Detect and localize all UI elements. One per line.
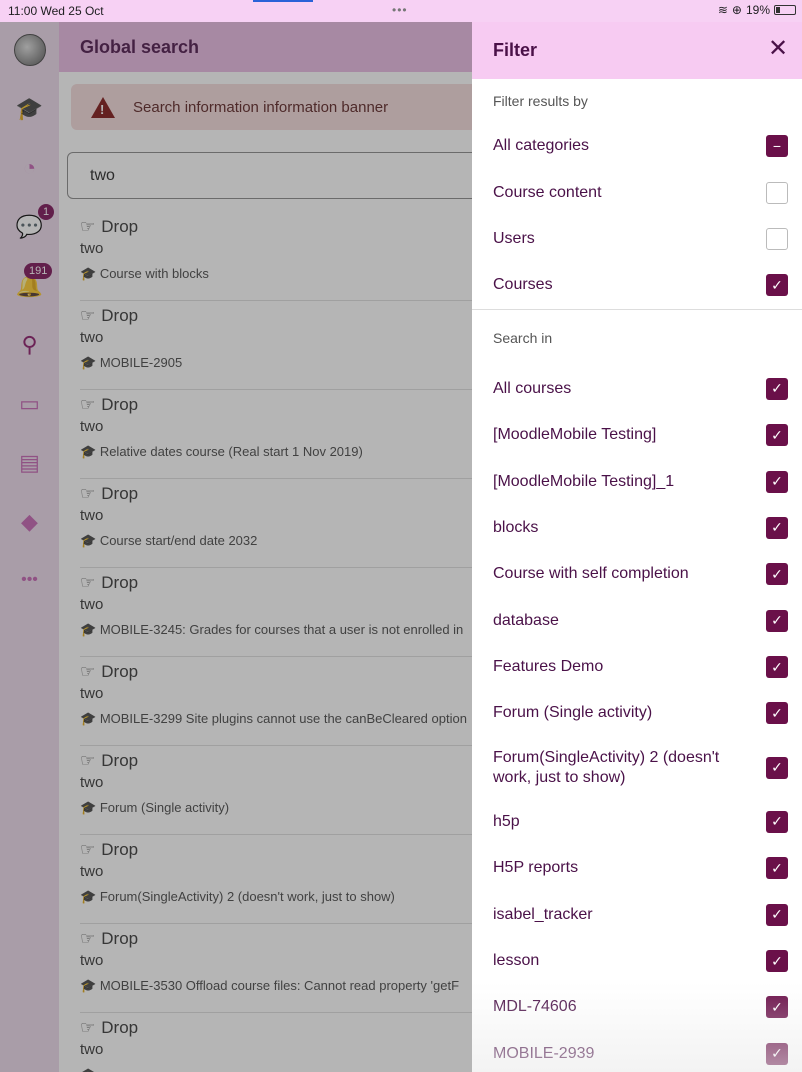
search-in-list: All courses ✓ [MoodleMobile Testing] ✓ [Mood… <box>472 366 802 1072</box>
filter-option[interactable]: [MoodleMobile Testing]_1 ✓ <box>472 458 802 504</box>
filter-option[interactable]: Courses ✓ <box>472 262 802 308</box>
checkbox[interactable]: − <box>766 135 788 158</box>
filter-option[interactable]: All categories − <box>472 123 802 169</box>
filter-option-label: h5p <box>493 812 520 830</box>
filter-option[interactable]: MDL-74606 ✓ <box>472 984 802 1030</box>
filter-option[interactable]: Forum (Single activity) ✓ <box>472 690 802 736</box>
wifi-icon: ≋ <box>717 3 728 17</box>
checkbox[interactable]: ✓ <box>766 702 788 725</box>
filter-option[interactable]: lesson ✓ <box>472 938 802 984</box>
filter-option-label: Course content <box>493 183 602 201</box>
status-bar: 11:00 Wed 25 Oct ••• ≋ ⊕ 19% <box>0 0 802 22</box>
filter-header: Filter ✕ <box>472 22 802 79</box>
multitask-dots[interactable]: ••• <box>392 3 408 17</box>
checkbox[interactable]: ✓ <box>766 756 788 779</box>
checkbox[interactable]: ✓ <box>766 516 788 539</box>
filter-option[interactable]: database ✓ <box>472 598 802 644</box>
checkbox[interactable]: ✓ <box>766 424 788 447</box>
filter-panel: Filter ✕ Filter results by All categorie… <box>472 22 802 1072</box>
orientation-lock-icon: ⊕ <box>731 3 742 17</box>
checkbox[interactable]: ✓ <box>766 810 788 833</box>
filter-option-label: MOBILE-2939 <box>493 1044 595 1062</box>
filter-option[interactable]: blocks ✓ <box>472 505 802 551</box>
filter-option[interactable]: Course with self completion ✓ <box>472 551 802 597</box>
filter-option[interactable]: Forum(SingleActivity) 2 (doesn't work, j… <box>472 737 802 799</box>
filter-option-label: All categories <box>493 137 590 155</box>
filter-option-label: database <box>493 611 559 629</box>
filter-option[interactable]: H5P reports ✓ <box>472 845 802 891</box>
checkbox[interactable]: ✓ <box>766 903 788 926</box>
filter-option[interactable]: Features Demo ✓ <box>472 644 802 690</box>
filter-option-label: Courses <box>493 276 553 294</box>
filter-title: Filter <box>493 40 538 60</box>
checkbox[interactable]: ✓ <box>766 857 788 880</box>
filter-option-label: Users <box>493 229 535 247</box>
checkbox[interactable]: ✓ <box>766 274 788 297</box>
search-in-label: Search in <box>493 329 553 346</box>
filter-option[interactable]: Users <box>472 216 802 262</box>
filter-option-label: Features Demo <box>493 658 604 676</box>
filter-option-label: Forum (Single activity) <box>493 704 653 722</box>
status-right: ≋ ⊕ 19% <box>718 3 796 17</box>
filter-option-label: Course with self completion <box>493 565 689 583</box>
filter-results-by-list: All categories − Course content Users Course… <box>472 123 802 309</box>
checkbox[interactable]: ✓ <box>766 996 788 1019</box>
filter-option[interactable]: Course content <box>472 169 802 215</box>
filter-option-label: All courses <box>493 379 572 397</box>
checkbox[interactable]: ✓ <box>766 377 788 400</box>
filter-option[interactable]: MOBILE-2939 ✓ <box>472 1031 802 1072</box>
checkbox[interactable] <box>766 181 788 204</box>
filter-option-label: MDL-74606 <box>493 998 577 1016</box>
filter-option[interactable]: isabel_tracker ✓ <box>472 891 802 937</box>
checkbox[interactable]: ✓ <box>766 656 788 679</box>
filter-option-label: blocks <box>493 518 539 536</box>
status-time: 11:00 Wed 25 Oct <box>8 4 104 18</box>
checkbox[interactable]: ✓ <box>766 950 788 973</box>
filter-option-label: H5P reports <box>493 859 579 877</box>
checkbox[interactable] <box>766 227 788 250</box>
backdrop-overlay[interactable] <box>0 22 472 1072</box>
filter-option-label: [MoodleMobile Testing]_1 <box>493 472 675 490</box>
checkbox[interactable]: ✓ <box>766 470 788 493</box>
checkbox[interactable]: ✓ <box>766 609 788 632</box>
checkbox[interactable]: ✓ <box>766 1042 788 1065</box>
filter-option[interactable]: All courses ✓ <box>472 366 802 412</box>
filter-option-label: Forum(SingleActivity) 2 (doesn't work, j… <box>493 748 720 786</box>
filter-option[interactable]: h5p ✓ <box>472 799 802 845</box>
close-icon[interactable]: ✕ <box>766 36 790 62</box>
filter-option[interactable]: [MoodleMobile Testing] ✓ <box>472 412 802 458</box>
battery-percent: 19% <box>745 3 770 17</box>
top-indicator-line <box>253 0 313 2</box>
checkbox[interactable]: ✓ <box>766 563 788 586</box>
battery-icon <box>774 5 796 15</box>
filter-results-by-label: Filter results by <box>493 93 588 109</box>
filter-option-label: [MoodleMobile Testing] <box>493 426 657 444</box>
filter-option-label: lesson <box>493 952 540 970</box>
filter-option-label: isabel_tracker <box>493 905 593 923</box>
